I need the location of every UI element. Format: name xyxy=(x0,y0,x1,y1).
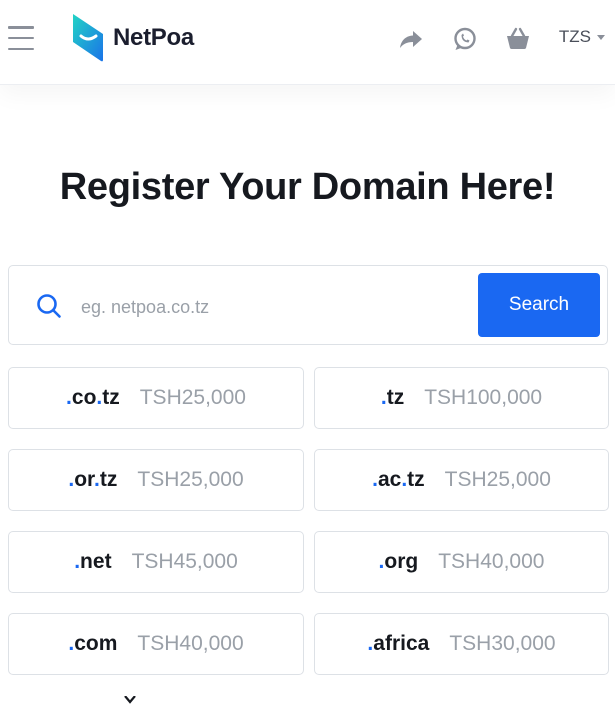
tld-card-africa[interactable]: .africa TSH30,000 xyxy=(314,613,609,675)
tld-price: TSH25,000 xyxy=(139,386,246,409)
domain-search-bar: Search xyxy=(8,265,608,345)
currency-selector[interactable]: TZS xyxy=(559,27,605,47)
chevron-down-icon xyxy=(597,34,605,40)
tld-price: TSH30,000 xyxy=(449,632,556,655)
tld-extension: .net xyxy=(74,550,112,573)
tld-price: TSH40,000 xyxy=(137,632,244,655)
tld-card-co-tz[interactable]: .co.tz TSH25,000 xyxy=(8,367,304,429)
tld-card-or-tz[interactable]: .or.tz TSH25,000 xyxy=(8,449,304,511)
netpoa-logo-icon xyxy=(73,14,103,62)
tld-card-net[interactable]: .net TSH45,000 xyxy=(8,531,304,593)
tld-card-com[interactable]: .com TSH40,000 xyxy=(8,613,304,675)
tld-card-tz[interactable]: .tz TSH100,000 xyxy=(314,367,609,429)
share-icon[interactable] xyxy=(398,26,424,52)
menu-icon[interactable] xyxy=(8,25,34,51)
search-button[interactable]: Search xyxy=(478,273,600,337)
domain-search-input[interactable] xyxy=(79,286,473,328)
brand-logo[interactable]: NetPoa xyxy=(71,14,194,62)
tld-extension: .org xyxy=(378,550,419,573)
basket-icon[interactable] xyxy=(505,26,531,52)
tld-price: TSH100,000 xyxy=(424,386,543,409)
tld-extension: .tz xyxy=(380,386,405,409)
tld-extension: .or.tz xyxy=(68,468,118,491)
brand-name: NetPoa xyxy=(113,24,194,51)
tld-price: TSH40,000 xyxy=(438,550,545,573)
site-header: NetPoa TZS xyxy=(0,0,615,85)
page-title: Register Your Domain Here! xyxy=(59,166,556,208)
tld-extension: .africa xyxy=(367,632,430,655)
tld-extension: .com xyxy=(68,632,118,655)
search-icon xyxy=(37,294,61,318)
partial-heading-glyph xyxy=(124,696,136,704)
whatsapp-icon[interactable] xyxy=(452,26,478,52)
tld-price: TSH25,000 xyxy=(137,468,244,491)
tld-price: TSH25,000 xyxy=(444,468,551,491)
tld-extension: .ac.tz xyxy=(372,468,425,491)
tld-card-ac-tz[interactable]: .ac.tz TSH25,000 xyxy=(314,449,609,511)
tld-card-org[interactable]: .org TSH40,000 xyxy=(314,531,609,593)
tld-price: TSH45,000 xyxy=(131,550,238,573)
tld-price-grid: .co.tz TSH25,000 .tz TSH100,000 .or.tz T… xyxy=(8,367,609,675)
currency-label: TZS xyxy=(558,27,591,46)
tld-extension: .co.tz xyxy=(66,386,120,409)
